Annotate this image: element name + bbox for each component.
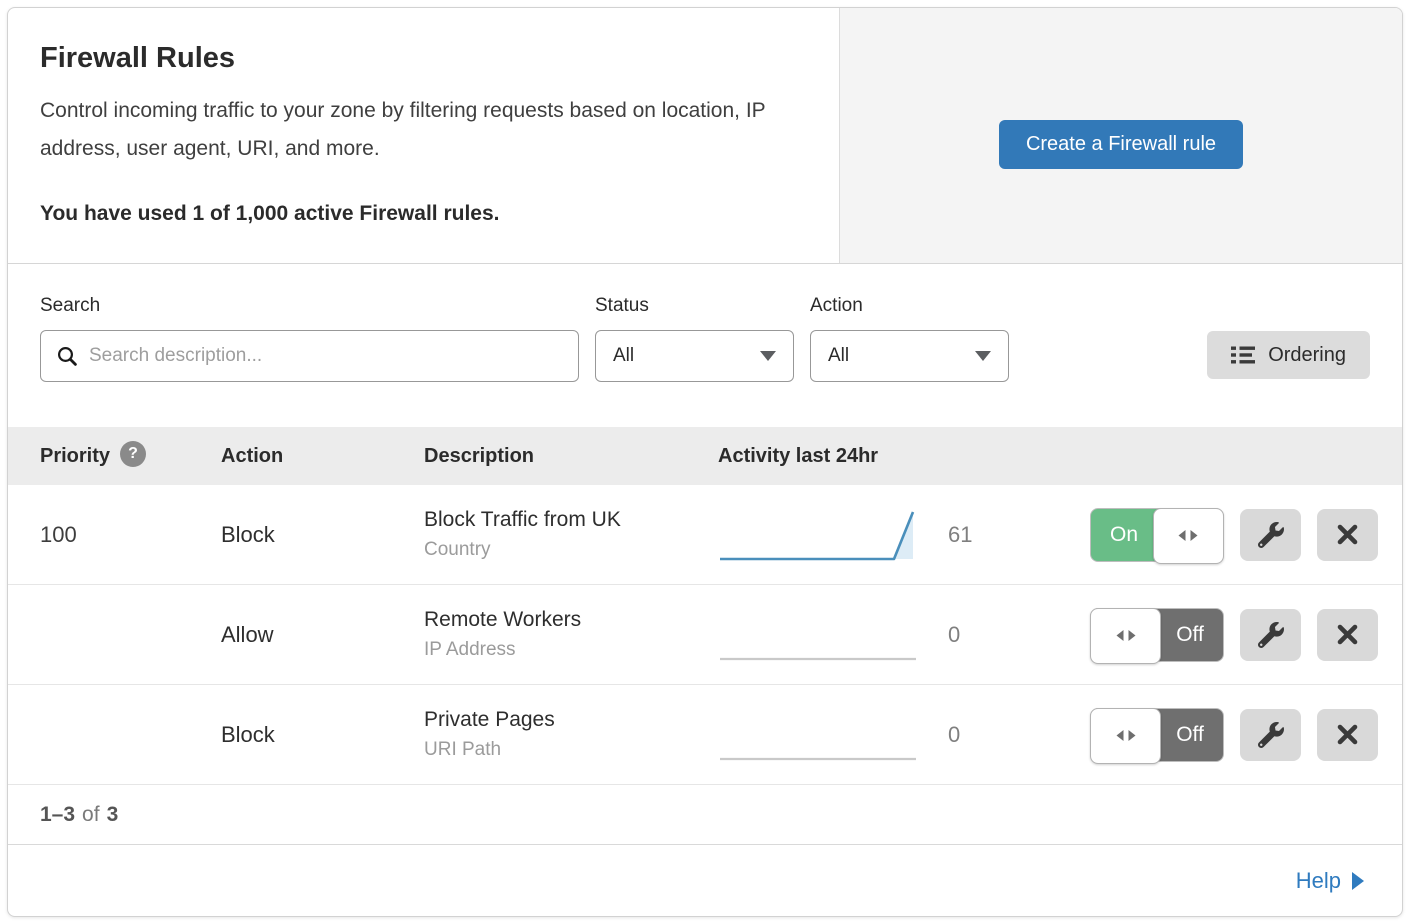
page-description: Control incoming traffic to your zone by… [40, 92, 807, 168]
rule-action: Block [221, 722, 424, 748]
toggle-state-label: Off [1157, 709, 1223, 761]
status-select[interactable]: All [595, 330, 794, 382]
rule-activity-cell: 61 [718, 504, 1078, 566]
chevron-down-icon [760, 351, 776, 361]
rule-description-cell: Private Pages URI Path [424, 708, 718, 761]
delete-rule-button[interactable] [1317, 709, 1378, 761]
help-link[interactable]: Help [1296, 868, 1364, 894]
search-group: Search [40, 295, 579, 382]
arrow-right-icon [1352, 872, 1364, 890]
status-selected-value: All [613, 345, 634, 367]
ordered-list-icon [1231, 345, 1255, 365]
rule-enabled-toggle[interactable]: On [1090, 508, 1224, 562]
rule-description: Block Traffic from UK [424, 508, 718, 532]
toggle-state-label: Off [1157, 609, 1223, 661]
firewall-rules-panel: Firewall Rules Control incoming traffic … [7, 7, 1403, 917]
pagination-total: 3 [107, 803, 119, 827]
rule-description: Private Pages [424, 708, 718, 732]
drag-arrows-icon [1114, 629, 1138, 642]
status-label: Status [595, 295, 794, 317]
close-icon [1336, 623, 1359, 646]
rule-enabled-toggle[interactable]: Off [1090, 708, 1224, 762]
activity-count: 61 [948, 522, 972, 548]
activity-sparkline [718, 604, 918, 666]
ordering-button-label: Ordering [1268, 344, 1346, 367]
help-link-label: Help [1296, 868, 1341, 894]
search-box[interactable] [40, 330, 579, 382]
rule-activity-cell: 0 [718, 704, 1078, 766]
action-filter-group: Action All [810, 295, 1009, 382]
rule-description-cell: Remote Workers IP Address [424, 608, 718, 661]
pagination-of: of [82, 803, 100, 827]
column-header-activity: Activity last 24hr [718, 445, 1078, 468]
rule-controls: On [1078, 508, 1378, 562]
rule-enabled-toggle[interactable]: Off [1090, 608, 1224, 662]
pagination-range: 1–3 [40, 803, 75, 827]
delete-rule-button[interactable] [1317, 609, 1378, 661]
column-header-description: Description [424, 445, 718, 468]
rule-controls: Off [1078, 708, 1378, 762]
edit-rule-button[interactable] [1240, 509, 1301, 561]
rule-controls: Off [1078, 608, 1378, 662]
status-filter-group: Status All [595, 295, 794, 382]
wrench-icon [1258, 522, 1284, 548]
activity-count: 0 [948, 622, 960, 648]
table-header-row: Priority ? Action Description Activity l… [8, 427, 1402, 485]
search-input[interactable] [89, 345, 563, 367]
activity-count: 0 [948, 722, 960, 748]
toggle-handle[interactable] [1153, 508, 1224, 564]
action-label: Action [810, 295, 1009, 317]
action-selected-value: All [828, 345, 849, 367]
wrench-icon [1258, 622, 1284, 648]
rule-description: Remote Workers [424, 608, 718, 632]
table-row: 100 Block Block Traffic from UK Country … [8, 485, 1402, 585]
header-text-block: Firewall Rules Control incoming traffic … [8, 8, 839, 263]
column-header-action: Action [221, 445, 424, 468]
toggle-state-label: On [1091, 509, 1157, 561]
edit-rule-button[interactable] [1240, 609, 1301, 661]
priority-help-icon[interactable]: ? [120, 441, 146, 467]
edit-rule-button[interactable] [1240, 709, 1301, 761]
rule-activity-cell: 0 [718, 604, 1078, 666]
rule-match-type: Country [424, 539, 718, 561]
table-row: Allow Remote Workers IP Address 0 Off [8, 585, 1402, 685]
header-action-area: Create a Firewall rule [839, 8, 1402, 263]
action-select[interactable]: All [810, 330, 1009, 382]
delete-rule-button[interactable] [1317, 509, 1378, 561]
pagination-bar: 1–3 of 3 [8, 785, 1402, 845]
rule-action: Allow [221, 622, 424, 648]
panel-header: Firewall Rules Control incoming traffic … [8, 8, 1402, 264]
toggle-handle[interactable] [1090, 708, 1161, 764]
table-row: Block Private Pages URI Path 0 Off [8, 685, 1402, 785]
rule-priority: 100 [40, 522, 221, 548]
drag-arrows-icon [1176, 529, 1200, 542]
search-label: Search [40, 295, 579, 317]
close-icon [1336, 723, 1359, 746]
toggle-handle[interactable] [1090, 608, 1161, 664]
drag-arrows-icon [1114, 729, 1138, 742]
create-firewall-rule-button[interactable]: Create a Firewall rule [999, 120, 1243, 169]
page-title: Firewall Rules [40, 42, 807, 75]
rule-match-type: URI Path [424, 739, 718, 761]
rule-description-cell: Block Traffic from UK Country [424, 508, 718, 561]
usage-note: You have used 1 of 1,000 active Firewall… [40, 202, 807, 226]
help-bar: Help [8, 845, 1402, 916]
chevron-down-icon [975, 351, 991, 361]
activity-sparkline [718, 704, 918, 766]
rule-match-type: IP Address [424, 639, 718, 661]
search-icon [56, 345, 78, 367]
activity-sparkline [718, 504, 918, 566]
column-header-priority: Priority ? [40, 445, 221, 468]
wrench-icon [1258, 722, 1284, 748]
filter-bar: Search Status All Action All [8, 264, 1402, 427]
ordering-button[interactable]: Ordering [1207, 331, 1370, 379]
close-icon [1336, 523, 1359, 546]
rule-action: Block [221, 522, 424, 548]
